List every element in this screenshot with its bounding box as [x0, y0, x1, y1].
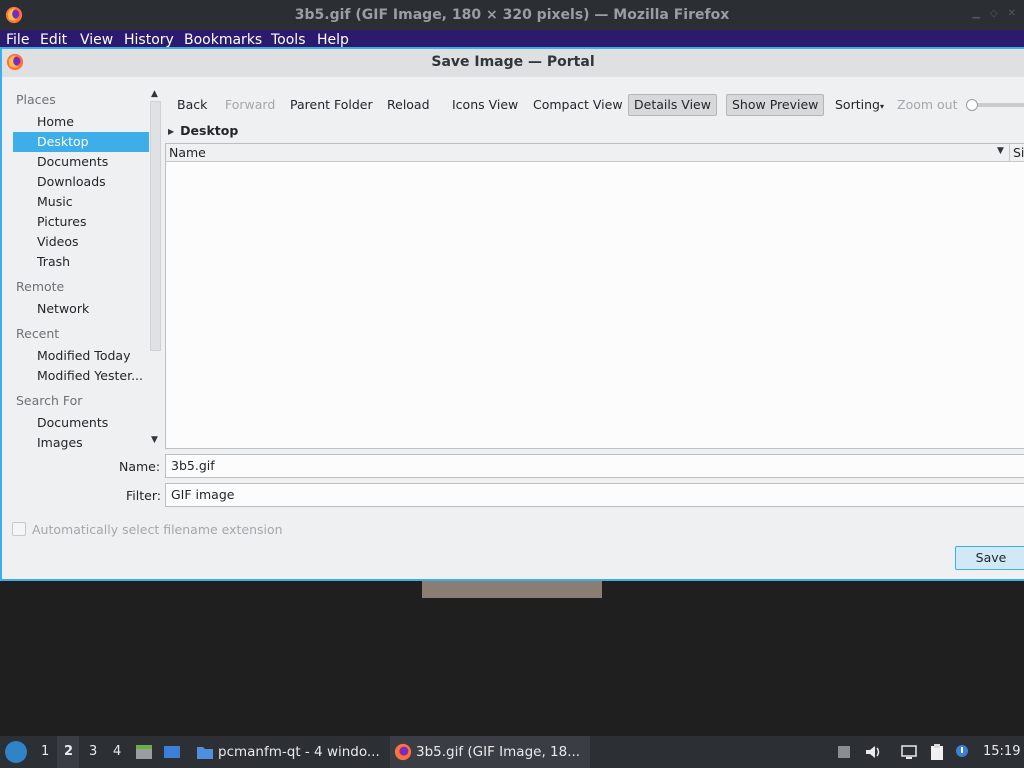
parent-folder-button[interactable]: Parent Folder	[285, 94, 378, 116]
maximize-icon[interactable]: ◇	[990, 8, 998, 19]
name-label: Name:	[119, 459, 161, 474]
breadcrumb-desktop[interactable]: Desktop	[180, 123, 238, 138]
checkbox-box[interactable]	[12, 522, 26, 536]
column-header-name[interactable]: Name	[169, 145, 206, 160]
workspace-3[interactable]: 3	[89, 744, 97, 759]
auto-extension-label: Automatically select filename extension	[32, 521, 283, 537]
save-button[interactable]: Save	[955, 546, 1024, 570]
auto-extension-checkbox[interactable]: Automatically select filename extension	[12, 521, 283, 537]
menu-bookmarks[interactable]: Bookmarks	[184, 32, 262, 48]
notification-icon[interactable]	[953, 743, 971, 761]
sidebar-item-videos[interactable]: Videos	[13, 232, 149, 252]
sidebar-item-documents[interactable]: Documents	[13, 152, 149, 172]
sort-descending-icon: ▼	[997, 146, 1004, 156]
sidebar-item-search-images[interactable]: Images	[13, 433, 149, 453]
scrollbar-thumb[interactable]	[150, 101, 161, 351]
search-for-header: Search For	[16, 393, 83, 408]
sidebar-item-modified-yesterday[interactable]: Modified Yester...	[13, 366, 149, 386]
task-label-firefox: 3b5.gif (GIF Image, 18...	[416, 744, 581, 760]
scroll-up-icon[interactable]: ▲	[151, 89, 158, 99]
menu-view[interactable]: View	[80, 32, 113, 48]
forward-button[interactable]: Forward	[220, 94, 280, 116]
sorting-button[interactable]: Sorting▾	[830, 94, 889, 116]
filter-select[interactable]: GIF image	[165, 483, 1024, 507]
sidebar-item-music[interactable]: Music	[13, 192, 149, 212]
firefox-icon	[394, 743, 412, 761]
menu-history[interactable]: History	[124, 32, 174, 48]
zoom-slider-track	[974, 103, 1024, 107]
column-header-size[interactable]: Si	[1013, 145, 1024, 160]
zoom-out-button[interactable]: Zoom out	[892, 94, 962, 116]
menu-help[interactable]: Help	[317, 32, 349, 48]
sidebar-item-network[interactable]: Network	[13, 299, 149, 319]
filter-label: Filter:	[126, 488, 161, 503]
column-divider[interactable]	[1009, 144, 1010, 162]
file-list-header: Name ▼ Si	[166, 144, 1024, 162]
sorting-label: Sorting	[835, 97, 880, 112]
menu-file[interactable]: File	[6, 32, 29, 48]
image-preview-behind	[422, 581, 602, 598]
sidebar-item-home[interactable]: Home	[13, 112, 149, 132]
file-manager-launcher-icon[interactable]	[135, 743, 153, 761]
workspace-1[interactable]: 1	[41, 744, 49, 759]
places-header: Places	[16, 92, 56, 107]
firefox-titlebar: 3b5.gif (GIF Image, 180 × 320 pixels) — …	[0, 0, 1024, 30]
zoom-slider-handle[interactable]	[966, 99, 978, 111]
sidebar-item-pictures[interactable]: Pictures	[13, 212, 149, 232]
clock[interactable]: 15:19	[983, 744, 1020, 759]
icons-view-button[interactable]: Icons View	[447, 94, 523, 116]
workspace-2[interactable]: 2	[64, 744, 73, 759]
sidebar-item-modified-today[interactable]: Modified Today	[13, 346, 149, 366]
breadcrumb[interactable]: ▶ Desktop	[168, 123, 238, 141]
reload-button[interactable]: Reload	[382, 94, 435, 116]
folder-icon	[197, 747, 213, 759]
back-button[interactable]: Back	[172, 94, 212, 116]
sidebar-item-search-documents[interactable]: Documents	[13, 413, 149, 433]
show-preview-button[interactable]: Show Preview	[726, 94, 825, 116]
start-menu-icon[interactable]	[5, 741, 27, 763]
close-icon[interactable]: ✕	[1008, 8, 1016, 19]
remote-header: Remote	[16, 279, 65, 294]
workspace-4[interactable]: 4	[113, 744, 121, 759]
scroll-down-icon[interactable]: ▼	[151, 435, 158, 445]
desktop-launcher-icon[interactable]	[163, 743, 181, 761]
sidebar-scrollbar[interactable]: ▲ ▼	[149, 87, 163, 449]
filename-input[interactable]: 3b5.gif	[165, 454, 1024, 478]
chevron-right-icon: ▶	[168, 127, 175, 136]
recent-header: Recent	[16, 326, 60, 341]
task-label-pcmanfm: pcmanfm-qt - 4 windo...	[218, 744, 380, 760]
storage-tray-icon[interactable]	[835, 743, 853, 761]
taskbar: 1 2 3 4 pcmanfm-qt - 4 windo... 3b5.gif …	[0, 736, 1024, 768]
dialog-title: Save Image — Portal	[431, 54, 595, 70]
file-list[interactable]: Name ▼ Si	[165, 143, 1024, 449]
details-view-button[interactable]: Details View	[628, 94, 717, 116]
dropdown-arrow-icon: ▾	[879, 102, 884, 111]
save-image-dialog: Save Image — Portal Places Home Desktop …	[0, 47, 1024, 581]
volume-icon[interactable]	[864, 743, 882, 761]
menu-edit[interactable]: Edit	[40, 32, 67, 48]
taskbar-task-firefox[interactable]: 3b5.gif (GIF Image, 18...	[390, 736, 590, 768]
network-icon[interactable]	[900, 743, 918, 761]
firefox-window-title: 3b5.gif (GIF Image, 180 × 320 pixels) — …	[294, 7, 730, 23]
clipboard-icon[interactable]	[928, 743, 946, 761]
minimize-icon[interactable]: ▁	[972, 8, 980, 19]
sidebar-item-desktop[interactable]: Desktop	[13, 132, 149, 152]
dialog-titlebar: Save Image — Portal	[2, 49, 1024, 77]
places-sidebar: Places Home Desktop Documents Downloads …	[12, 87, 149, 450]
menu-tools[interactable]: Tools	[271, 32, 306, 48]
sidebar-item-trash[interactable]: Trash	[13, 252, 149, 272]
compact-view-button[interactable]: Compact View	[528, 94, 628, 116]
zoom-slider[interactable]	[966, 99, 1024, 111]
sidebar-item-downloads[interactable]: Downloads	[13, 172, 149, 192]
taskbar-task-pcmanfm[interactable]: pcmanfm-qt - 4 windo...	[192, 736, 380, 768]
